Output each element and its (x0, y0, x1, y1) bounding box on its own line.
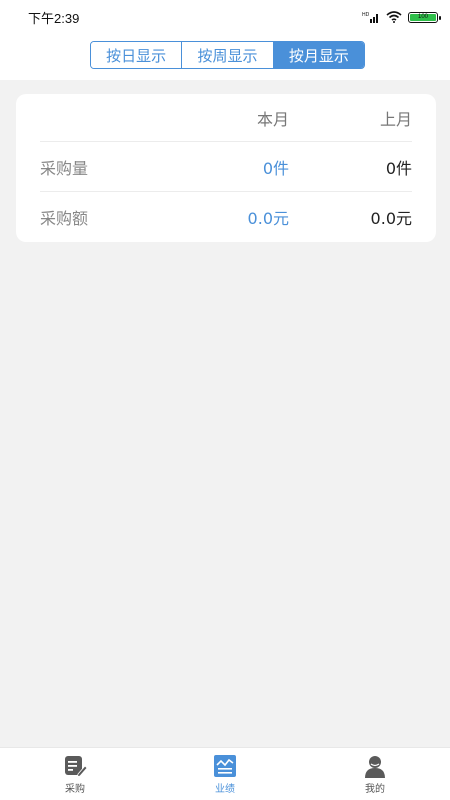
profile-icon (363, 754, 387, 778)
summary-header-row: 本月 上月 (40, 94, 412, 142)
purchase-amount-label: 采购额 (40, 208, 89, 228)
status-bar: 下午2:39 HD 100 (0, 0, 450, 34)
purchase-quantity-label: 采购量 (40, 158, 89, 178)
status-icons: HD 100 (362, 8, 441, 27)
svg-text:HD: HD (362, 12, 370, 18)
this-month-header: 本月 (256, 109, 289, 129)
signal-icon: HD (362, 8, 380, 27)
purchase-amount-row: 采购额 0.0元 0.0元 (40, 192, 412, 241)
battery-icon: 100 (408, 11, 441, 23)
tab-performance[interactable]: 业绩 (165, 754, 285, 795)
edit-note-icon (63, 754, 87, 778)
header: 按日显示 按周显示 按月显示 (0, 34, 450, 80)
purchase-amount-this-month: 0.0元 (247, 208, 289, 228)
wifi-icon (386, 8, 402, 27)
battery-level: 100 (410, 13, 436, 21)
bottom-tab-bar: 采购 业绩 我的 (0, 747, 450, 800)
purchase-quantity-this-month: 0件 (262, 158, 289, 178)
view-toggle-month-button[interactable]: 按月显示 (273, 42, 364, 68)
view-toggle-week-button[interactable]: 按周显示 (182, 42, 274, 68)
tab-profile-label: 我的 (365, 783, 385, 795)
purchase-quantity-last-month: 0件 (385, 158, 412, 178)
purchase-amount-last-month: 0.0元 (370, 208, 412, 228)
tab-purchase[interactable]: 采购 (15, 754, 135, 795)
performance-chart-icon (213, 754, 237, 778)
summary-card: 本月 上月 采购量 0件 0件 采购额 0.0元 0.0元 (16, 94, 436, 242)
view-toggle: 按日显示 按周显示 按月显示 (90, 41, 365, 69)
purchase-quantity-row: 采购量 0件 0件 (40, 142, 412, 192)
view-toggle-day-button[interactable]: 按日显示 (91, 42, 183, 68)
tab-purchase-label: 采购 (65, 783, 85, 795)
last-month-header: 上月 (379, 109, 412, 129)
tab-performance-label: 业绩 (215, 783, 235, 795)
tab-profile[interactable]: 我的 (315, 754, 435, 795)
status-time: 下午2:39 (28, 10, 80, 26)
